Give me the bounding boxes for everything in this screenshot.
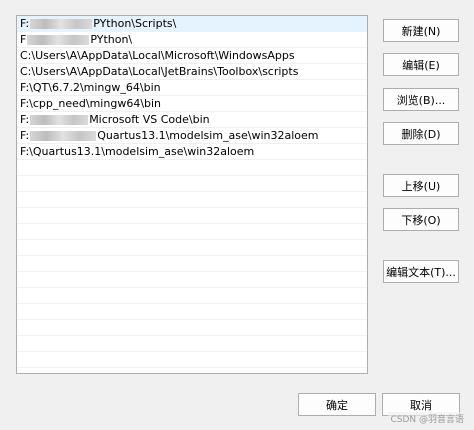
redacted-segment bbox=[30, 19, 93, 29]
path-list-item[interactable]: F: Microsoft VS Code\bin bbox=[17, 112, 367, 128]
empty-list-item[interactable] bbox=[17, 352, 367, 368]
empty-list-item[interactable] bbox=[17, 256, 367, 272]
path-list-item[interactable]: F: Quartus13.1\modelsim_ase\win32aloem bbox=[17, 128, 367, 144]
ok-button[interactable]: 确定 bbox=[298, 393, 376, 416]
edit-button[interactable]: 编辑(E) bbox=[383, 53, 459, 76]
empty-list-item[interactable] bbox=[17, 160, 367, 176]
path-suffix: Microsoft VS Code\bin bbox=[89, 113, 210, 126]
redacted-segment bbox=[27, 35, 90, 45]
delete-button[interactable]: 删除(D) bbox=[383, 122, 459, 145]
path-prefix: C:\Users\A\AppData\Local\Microsoft\Windo… bbox=[20, 49, 295, 62]
empty-list-item[interactable] bbox=[17, 192, 367, 208]
edit-text-button[interactable]: 编辑文本(T)... bbox=[383, 260, 459, 283]
path-prefix: F: bbox=[20, 113, 30, 126]
empty-list-item[interactable] bbox=[17, 208, 367, 224]
path-list-item[interactable]: F:\cpp_need\mingw64\bin bbox=[17, 96, 367, 112]
path-list-item[interactable]: F: PYthon\Scripts\ bbox=[17, 16, 367, 32]
move-up-button[interactable]: 上移(U) bbox=[383, 174, 459, 197]
path-list-item[interactable]: C:\Users\A\AppData\Local\Microsoft\Windo… bbox=[17, 48, 367, 64]
path-suffix: PYthon\ bbox=[90, 33, 133, 46]
path-list[interactable]: F: PYthon\Scripts\ F PYthon\ C:\Users\A\AppD… bbox=[16, 15, 368, 374]
empty-list-item[interactable] bbox=[17, 176, 367, 192]
path-prefix: F: bbox=[20, 129, 30, 142]
redacted-segment bbox=[30, 131, 97, 141]
path-prefix: F:\QT\6.7.2\mingw_64\bin bbox=[20, 81, 161, 94]
browse-button[interactable]: 浏览(B)... bbox=[383, 88, 459, 111]
edit-environment-variable-dialog: F: PYthon\Scripts\ F PYthon\ C:\Users\A\AppD… bbox=[0, 0, 474, 430]
path-list-item[interactable]: F:\QT\6.7.2\mingw_64\bin bbox=[17, 80, 367, 96]
empty-list-item[interactable] bbox=[17, 240, 367, 256]
path-prefix: C:\Users\A\AppData\Local\JetBrains\Toolb… bbox=[20, 65, 299, 78]
path-prefix: F:\Quartus13.1\modelsim_ase\win32aloem bbox=[20, 145, 255, 158]
path-prefix: F bbox=[20, 33, 27, 46]
path-list-item[interactable]: F:\Quartus13.1\modelsim_ase\win32aloem bbox=[17, 144, 367, 160]
move-down-button[interactable]: 下移(O) bbox=[383, 208, 459, 231]
path-suffix: PYthon\Scripts\ bbox=[93, 17, 177, 30]
new-button[interactable]: 新建(N) bbox=[383, 19, 459, 42]
empty-list-item[interactable] bbox=[17, 304, 367, 320]
path-prefix: F:\cpp_need\mingw64\bin bbox=[20, 97, 162, 110]
redacted-segment bbox=[30, 115, 89, 125]
path-suffix: Quartus13.1\modelsim_ase\win32aloem bbox=[97, 129, 319, 142]
path-list-item[interactable]: C:\Users\A\AppData\Local\JetBrains\Toolb… bbox=[17, 64, 367, 80]
path-list-item[interactable]: F PYthon\ bbox=[17, 32, 367, 48]
empty-list-item[interactable] bbox=[17, 320, 367, 336]
empty-list-item[interactable] bbox=[17, 272, 367, 288]
empty-list-item[interactable] bbox=[17, 336, 367, 352]
watermark: CSDN @羽音言语 bbox=[388, 412, 466, 425]
empty-list-item[interactable] bbox=[17, 224, 367, 240]
empty-list-item[interactable] bbox=[17, 288, 367, 304]
path-prefix: F: bbox=[20, 17, 30, 30]
